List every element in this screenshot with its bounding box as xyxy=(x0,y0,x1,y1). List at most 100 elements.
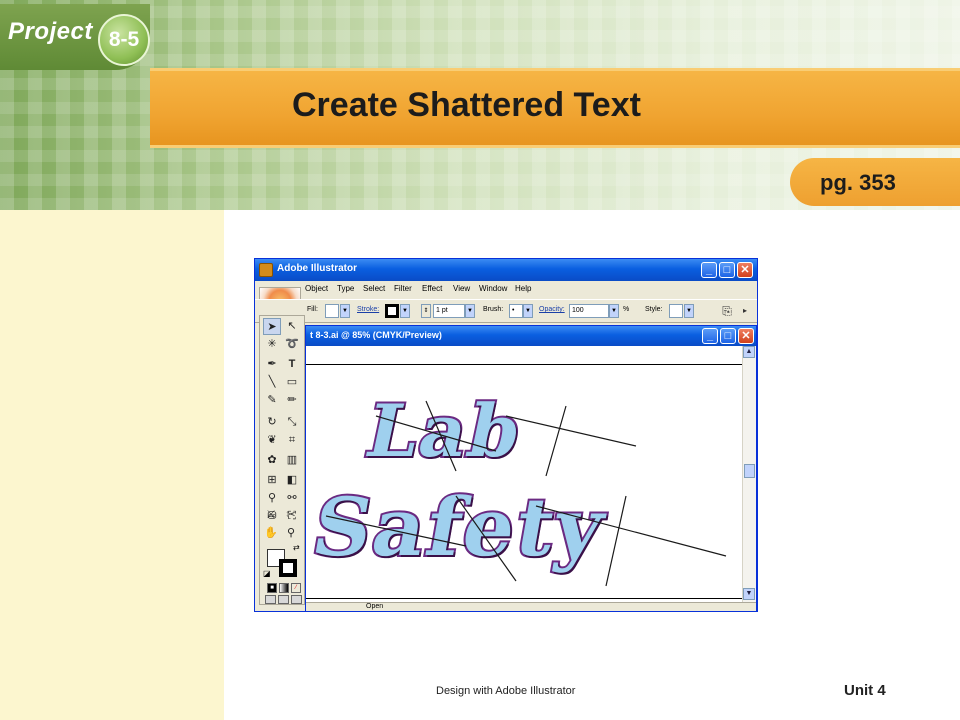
brush-dropdown[interactable]: ▼ xyxy=(523,304,533,318)
artboard-canvas[interactable]: Lab Safety xyxy=(306,346,742,602)
minimize-button[interactable]: _ xyxy=(701,262,717,278)
stroke-weight-stepper[interactable]: ⇕ xyxy=(421,304,431,318)
blend-tool-icon[interactable]: ⚯ xyxy=(283,490,301,507)
full-screen-menu-mode-icon[interactable] xyxy=(278,595,289,604)
document-title: t 8-3.ai @ 85% (CMYK/Preview) xyxy=(310,330,442,340)
project-number-badge: 8-5 xyxy=(98,14,150,66)
shatter-line xyxy=(425,400,457,472)
footer-unit: Unit 4 xyxy=(844,682,886,699)
brush-field[interactable]: • xyxy=(509,304,523,318)
gradient-tool-icon[interactable]: ◧ xyxy=(283,472,301,489)
gradient-mode-icon[interactable] xyxy=(279,583,289,593)
mesh-tool-icon[interactable]: ⊞ xyxy=(263,472,281,489)
slide-title: Create Shattered Text xyxy=(292,86,641,124)
footer-course-title: Design with Adobe Illustrator xyxy=(436,685,576,697)
none-mode-icon[interactable]: ⁄ xyxy=(291,583,301,593)
pen-tool-icon[interactable]: ✒ xyxy=(263,356,281,373)
stroke-color-swatch[interactable] xyxy=(279,559,297,577)
type-tool-icon[interactable]: T xyxy=(283,356,301,373)
default-colors-icon[interactable]: ◪ xyxy=(263,569,271,578)
doc-minimize-button[interactable]: _ xyxy=(702,328,718,344)
page-reference: pg. 353 xyxy=(820,170,896,195)
app-titlebar: Adobe Illustrator _ □ ✕ xyxy=(255,259,757,281)
vertical-scroll-thumb[interactable] xyxy=(744,464,755,478)
slice-tool-icon[interactable]: ⚔ xyxy=(262,507,280,524)
close-button[interactable]: ✕ xyxy=(737,262,753,278)
scale-tool-icon[interactable]: ⤡ xyxy=(283,414,301,431)
graph-tool-icon[interactable]: ▥ xyxy=(283,452,301,469)
illustrator-window: Adobe Illustrator _ □ ✕ Object Type Sele… xyxy=(254,258,758,612)
doc-close-button[interactable]: ✕ xyxy=(738,328,754,344)
style-label: Style: xyxy=(645,306,663,313)
vertical-scrollbar[interactable]: ▲ ▼ xyxy=(742,346,756,602)
opacity-unit: % xyxy=(623,306,630,313)
stroke-weight-field[interactable]: 1 pt xyxy=(433,304,465,318)
stroke-dropdown[interactable]: ▼ xyxy=(400,304,410,318)
lasso-tool-icon[interactable]: ➰ xyxy=(283,336,301,353)
menu-filter[interactable]: Filter xyxy=(394,284,412,293)
fill-swatch[interactable] xyxy=(325,304,339,318)
hand-tool-icon[interactable]: ✋ xyxy=(262,525,280,542)
fill-label: Fill: xyxy=(307,306,318,313)
doc-maximize-button[interactable]: □ xyxy=(720,328,736,344)
symbol-sprayer-tool-icon[interactable]: ✿ xyxy=(263,452,281,469)
zoom-tool-icon[interactable]: ⚲ xyxy=(282,525,300,542)
pencil-tool-icon[interactable]: ✏ xyxy=(283,392,301,409)
swap-colors-icon[interactable]: ⇄ xyxy=(293,543,300,552)
menu-effect[interactable]: Effect xyxy=(422,284,442,293)
control-bar: Fill: ▼ Stroke: ▼ ⇕ 1 pt ▼ Brush: • ▼ Op… xyxy=(255,299,757,323)
stroke-weight-dropdown[interactable]: ▼ xyxy=(465,304,475,318)
project-label: Project xyxy=(8,18,93,45)
maximize-button[interactable]: □ xyxy=(719,262,735,278)
line-tool-icon[interactable]: ╲ xyxy=(263,374,281,391)
menu-window[interactable]: Window xyxy=(479,284,507,293)
shatter-line xyxy=(605,495,627,587)
shatter-line xyxy=(325,515,467,547)
scroll-down-arrow-icon[interactable]: ▼ xyxy=(743,588,755,600)
scissors-tool-icon[interactable]: ✂ xyxy=(282,507,300,524)
artboard-edge-bottom xyxy=(306,598,742,599)
shatter-line xyxy=(505,415,637,447)
status-text[interactable]: Open xyxy=(366,603,383,610)
color-mode-icon[interactable]: ■ xyxy=(267,583,277,593)
stroke-label[interactable]: Stroke: xyxy=(357,306,379,313)
menu-type[interactable]: Type xyxy=(337,284,354,293)
app-title: Adobe Illustrator xyxy=(277,263,358,274)
menu-bar: Object Type Select Filter Effect View Wi… xyxy=(255,281,757,299)
opacity-dropdown[interactable]: ▼ xyxy=(609,304,619,318)
full-screen-mode-icon[interactable] xyxy=(291,595,302,604)
document-status-bar: Open xyxy=(306,602,756,611)
toolbox-lower: ⚔ ✂ ✋ ⚲ ⇄ ◪ ■ ⁄ xyxy=(259,509,305,605)
paintbrush-tool-icon[interactable]: ✎ xyxy=(263,392,281,409)
style-swatch[interactable] xyxy=(669,304,683,318)
eyedropper-tool-icon[interactable]: ⚲ xyxy=(263,490,281,507)
style-dropdown[interactable]: ▼ xyxy=(684,304,694,318)
stroke-swatch[interactable] xyxy=(385,304,399,318)
panel-menu-icon[interactable]: ▸ xyxy=(737,303,753,319)
shatter-line xyxy=(545,405,567,477)
scroll-up-arrow-icon[interactable]: ▲ xyxy=(743,346,755,358)
direct-selection-tool-icon[interactable]: ↖ xyxy=(283,318,301,335)
standard-screen-mode-icon[interactable] xyxy=(265,595,276,604)
warp-tool-icon[interactable]: ❦ xyxy=(263,432,281,449)
shatter-line xyxy=(455,495,517,582)
document-setup-icon[interactable]: ⎘ xyxy=(719,303,735,319)
free-transform-tool-icon[interactable]: ⌗ xyxy=(283,432,301,449)
menu-help[interactable]: Help xyxy=(515,284,531,293)
selection-tool-icon[interactable]: ➤ xyxy=(263,318,281,335)
menu-view[interactable]: View xyxy=(453,284,470,293)
opacity-field[interactable]: 100 xyxy=(569,304,609,318)
shatter-line xyxy=(375,415,497,452)
brush-label: Brush: xyxy=(483,306,504,313)
opacity-label[interactable]: Opacity: xyxy=(539,306,565,313)
document-titlebar: t 8-3.ai @ 85% (CMYK/Preview) _ □ ✕ xyxy=(306,326,756,346)
document-window: t 8-3.ai @ 85% (CMYK/Preview) _ □ ✕ Lab … xyxy=(305,325,757,611)
left-panel xyxy=(0,210,224,720)
rectangle-tool-icon[interactable]: ▭ xyxy=(283,374,301,391)
fill-dropdown[interactable]: ▼ xyxy=(340,304,350,318)
menu-select[interactable]: Select xyxy=(363,284,385,293)
rotate-tool-icon[interactable]: ↻ xyxy=(263,414,281,431)
menu-object[interactable]: Object xyxy=(305,284,328,293)
shatter-lines xyxy=(325,400,727,587)
magic-wand-tool-icon[interactable]: ✳ xyxy=(263,336,281,353)
